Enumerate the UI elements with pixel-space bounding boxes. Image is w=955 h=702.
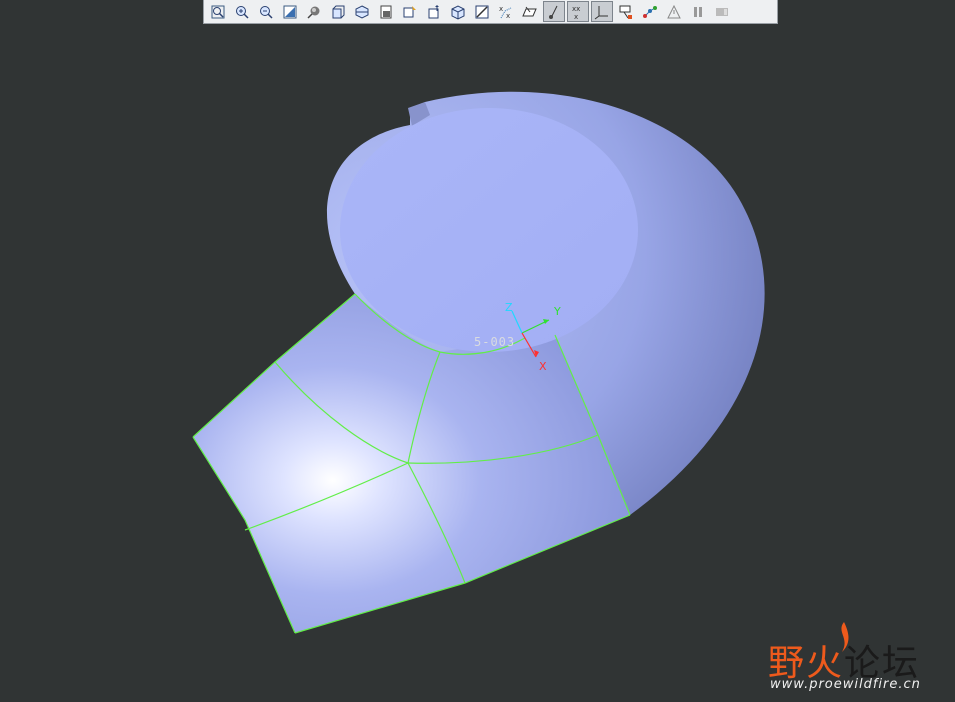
layers-icon xyxy=(403,5,416,17)
disabled-button[interactable] xyxy=(711,1,733,22)
datum-points-button[interactable]: xx xyxy=(495,1,517,22)
repaint-icon xyxy=(283,5,297,18)
axis-z-label: Z xyxy=(505,301,513,314)
view-toolbar: xx xx x xyxy=(203,0,778,24)
disabled-icon xyxy=(716,7,728,16)
datum-axes-icon xyxy=(549,5,558,19)
svg-text:xx: xx xyxy=(572,5,580,13)
csys-display-icon xyxy=(594,5,608,19)
refit-button[interactable] xyxy=(207,1,229,22)
pause-icon xyxy=(694,6,702,17)
csys-display-button[interactable] xyxy=(591,1,613,22)
cube-view-button[interactable] xyxy=(447,1,469,22)
warning-icon xyxy=(667,4,681,18)
saved-views-button[interactable] xyxy=(351,1,373,22)
shade-mode-button[interactable] xyxy=(303,1,325,22)
pause-button[interactable] xyxy=(687,1,709,22)
watermark-url: www.proewildfire.cn xyxy=(770,677,921,692)
svg-text:x: x xyxy=(506,12,510,20)
annotation-button[interactable] xyxy=(615,1,637,22)
graphics-viewport[interactable] xyxy=(0,0,955,702)
spin-center-icon xyxy=(643,5,657,18)
cube-view-icon xyxy=(451,4,465,20)
spin-center-button[interactable] xyxy=(639,1,661,22)
view-manager-icon xyxy=(380,5,392,18)
orient-icon xyxy=(428,4,439,18)
datum-planes-icon xyxy=(522,6,537,16)
saved-views-icon xyxy=(355,4,369,19)
view-manager-button[interactable] xyxy=(375,1,397,22)
section-button[interactable] xyxy=(471,1,493,22)
annotation-icon xyxy=(619,5,632,19)
orient-button[interactable] xyxy=(423,1,445,22)
axis-x-label: X xyxy=(539,360,547,373)
svg-text:x: x xyxy=(574,13,578,20)
refit-icon xyxy=(211,5,225,18)
shade-mode-icon xyxy=(307,6,320,19)
zoom-out-icon xyxy=(260,5,273,19)
axis-y-label: Y xyxy=(554,305,561,318)
datum-points-icon: xx xyxy=(499,5,512,20)
zoom-out-button[interactable] xyxy=(255,1,277,22)
section-icon xyxy=(475,5,489,18)
datum-planes-button[interactable] xyxy=(519,1,541,22)
zoom-in-icon xyxy=(236,5,249,19)
watermark: 野火论坛 www.proewildfire.cn xyxy=(768,620,948,695)
repaint-button[interactable] xyxy=(279,1,301,22)
top-disc-face[interactable] xyxy=(340,108,638,352)
view-box-button[interactable] xyxy=(327,1,349,22)
csys-label: 5-003 xyxy=(474,335,516,349)
zoom-in-button[interactable] xyxy=(231,1,253,22)
point-display-button[interactable]: xx x xyxy=(567,1,589,22)
point-display-icon: xxx xyxy=(572,5,580,20)
warning-button[interactable] xyxy=(663,1,685,22)
layers-button[interactable] xyxy=(399,1,421,22)
datum-axes-button[interactable] xyxy=(543,1,565,22)
view-box-icon xyxy=(332,5,345,18)
svg-text:x: x xyxy=(499,5,503,13)
